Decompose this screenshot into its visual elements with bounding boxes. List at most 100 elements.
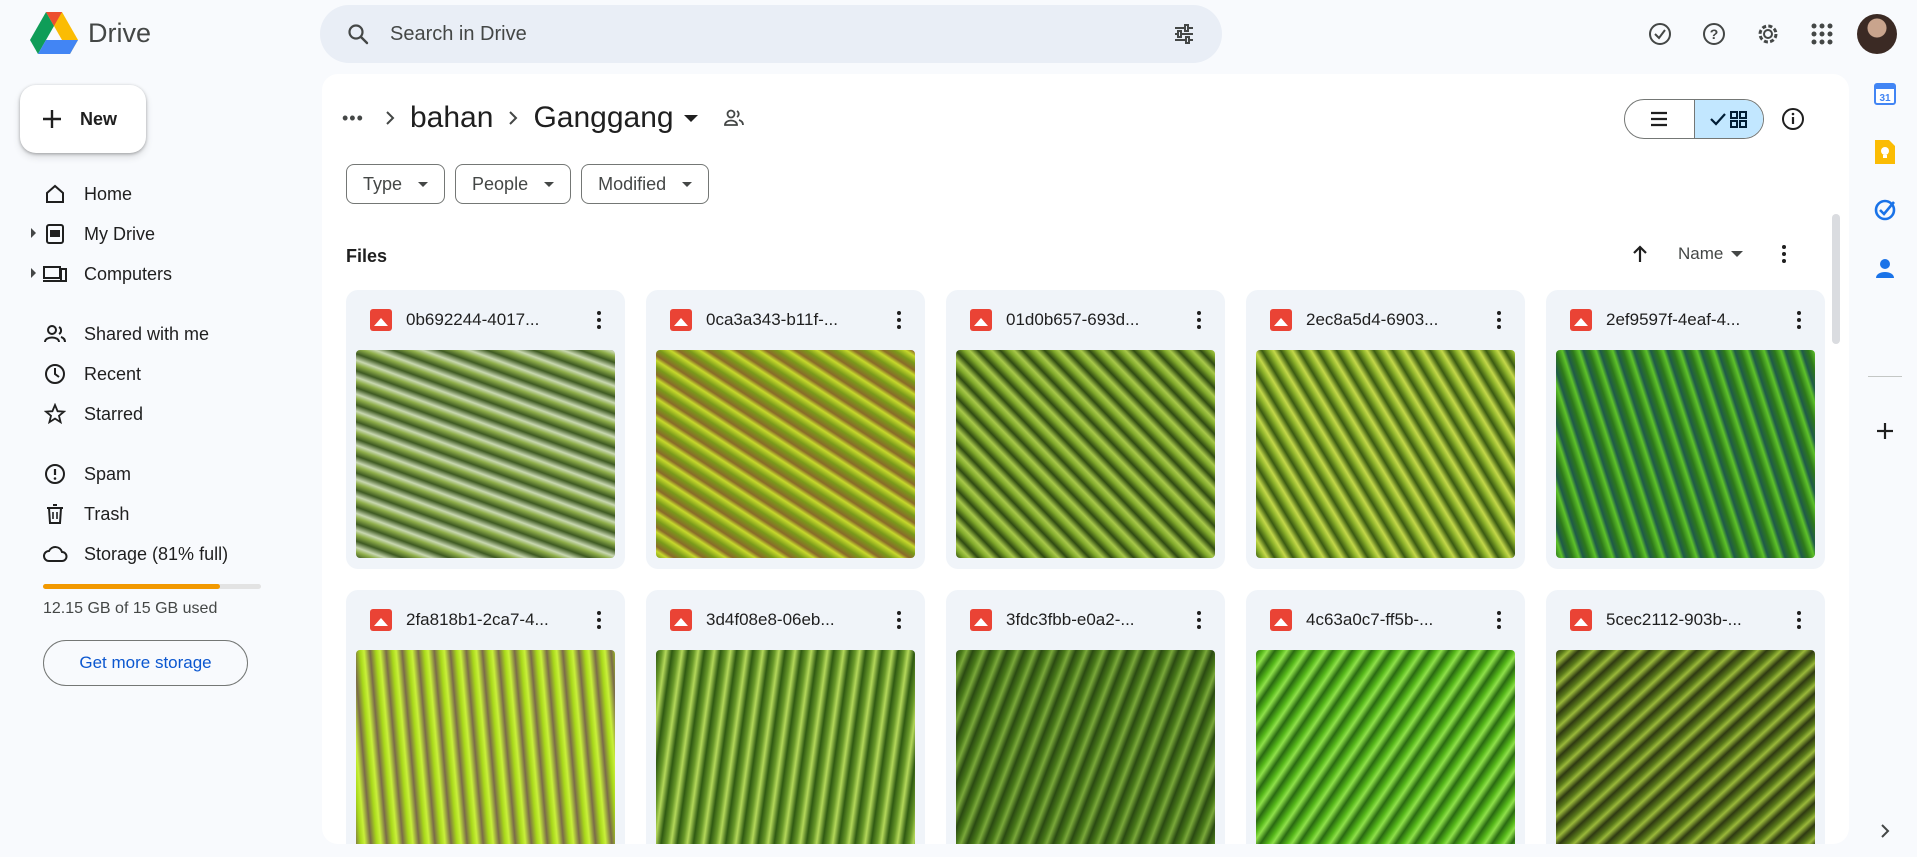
more-options-icon[interactable] [879,300,919,340]
calendar-icon[interactable]: 31 [1871,80,1899,108]
search-input[interactable]: Search in Drive [390,23,1168,46]
search-options-icon[interactable] [1168,18,1200,50]
app-name: Drive [88,17,152,48]
view-toggle [1624,99,1764,139]
sidebar-item-computers[interactable]: Computers [0,254,300,294]
more-options-icon[interactable] [1179,300,1219,340]
file-card[interactable]: 2ef9597f-4eaf-4... [1546,290,1825,569]
filter-people[interactable]: People [455,164,572,204]
tasks-icon[interactable] [1871,196,1899,224]
clock-icon [42,361,68,387]
help-icon[interactable]: ? [1695,15,1733,53]
file-thumbnail [1256,650,1515,844]
new-button-label: New [80,108,118,129]
file-card[interactable]: 0b692244-4017... [346,290,625,569]
apps-grid-icon[interactable] [1803,15,1841,53]
drive-logo[interactable]: Drive [30,12,151,54]
grid-view-button[interactable] [1693,100,1763,138]
more-options-icon[interactable] [879,600,919,640]
file-name: 01d0b657-693d... [1006,310,1140,329]
list-view-button[interactable] [1625,100,1694,138]
sidebar-item-home[interactable]: Home [0,174,300,214]
scrollbar[interactable] [1832,214,1840,344]
search-icon[interactable] [342,18,374,50]
info-icon[interactable] [1778,104,1808,134]
sidebar-item-spam[interactable]: Spam [0,454,300,494]
shared-icon [42,321,68,347]
account-avatar[interactable] [1857,14,1897,54]
shared-folder-icon[interactable] [720,104,748,132]
file-thumbnail [1556,350,1815,558]
sidebar-item-my-drive[interactable]: My Drive [0,214,300,254]
more-options-icon[interactable] [1479,600,1519,640]
sidebar-nav: Home My Drive Computers Shared with me R… [0,174,300,574]
svg-text:?: ? [1710,26,1719,42]
breadcrumb-item[interactable]: bahan [410,101,493,135]
more-options-icon[interactable] [579,600,619,640]
file-card[interactable]: 3d4f08e8-06eb... [646,590,925,844]
more-options-icon[interactable] [1779,300,1819,340]
sidebar-item-label: Computers [84,263,173,284]
expand-arrow-icon[interactable] [31,268,36,278]
home-icon [42,181,68,207]
more-options-icon[interactable] [1769,236,1799,272]
drive-logo-icon [30,12,78,54]
expand-arrow-icon[interactable] [31,228,36,238]
file-card[interactable]: 4c63a0c7-ff5b-... [1246,590,1525,844]
file-name: 3d4f08e8-06eb... [706,610,835,629]
image-file-icon [970,309,992,331]
file-thumbnail [1256,350,1515,558]
trash-icon [42,501,68,527]
sidebar-item-recent[interactable]: Recent [0,354,300,394]
get-more-storage-button[interactable]: Get more storage [43,640,248,686]
file-card[interactable]: 5cec2112-903b-... [1546,590,1825,844]
sidebar-item-label: Shared with me [84,323,210,344]
image-file-icon [1570,609,1592,631]
file-card[interactable]: 3fdc3fbb-e0a2-... [946,590,1225,844]
more-options-icon[interactable] [1779,600,1819,640]
sidebar-item-shared[interactable]: Shared with me [0,314,300,354]
sidebar-item-label: My Drive [84,223,155,244]
get-addons-icon[interactable] [1868,414,1902,448]
sidebar-item-label: Spam [84,463,132,484]
file-card[interactable]: 2ec8a5d4-6903... [1246,290,1525,569]
sort-controls: Name [1622,236,1799,272]
cloud-icon [42,541,68,567]
sidebar-item-trash[interactable]: Trash [0,494,300,534]
more-options-icon[interactable] [1479,300,1519,340]
file-name: 2ec8a5d4-6903... [1306,310,1439,329]
file-thumbnail [656,650,915,844]
keep-icon[interactable] [1871,138,1899,166]
main-panel: ••• bahan Ganggang Type People Modified … [322,74,1849,844]
more-options-icon[interactable] [579,300,619,340]
list-view-icon [1651,111,1668,127]
settings-icon[interactable] [1749,15,1787,53]
breadcrumb-more-icon[interactable]: ••• [342,108,370,129]
new-button[interactable]: New [20,85,146,153]
filter-label: Modified [598,173,667,194]
filter-label: Type [363,173,403,194]
offline-ready-icon[interactable] [1641,15,1679,53]
dropdown-icon [418,181,429,187]
file-name: 0b692244-4017... [406,310,540,329]
file-grid: 0b692244-4017... 0ca3a343-b11f-... 01d0b65… [346,290,1825,844]
file-card[interactable]: 01d0b657-693d... [946,290,1225,569]
file-card[interactable]: 0ca3a343-b11f-... [646,290,925,569]
sort-direction-icon[interactable] [1622,236,1658,272]
search-bar[interactable]: Search in Drive [320,5,1222,63]
filter-modified[interactable]: Modified [581,164,710,204]
computers-icon [42,261,68,287]
folder-menu-dropdown-icon[interactable] [683,114,698,122]
image-file-icon [1270,609,1292,631]
contacts-icon[interactable] [1871,254,1899,282]
breadcrumb-current[interactable]: Ganggang [533,101,673,135]
chevron-right-icon[interactable] [1872,818,1898,844]
filter-type[interactable]: Type [346,164,446,204]
my-drive-icon [42,221,68,247]
chevron-right-icon [493,110,533,126]
file-card[interactable]: 2fa818b1-2ca7-4... [346,590,625,844]
sidebar-item-storage[interactable]: Storage (81% full) [0,534,300,574]
more-options-icon[interactable] [1179,600,1219,640]
sidebar-item-starred[interactable]: Starred [0,394,300,434]
sort-by-button[interactable]: Name [1678,244,1744,264]
